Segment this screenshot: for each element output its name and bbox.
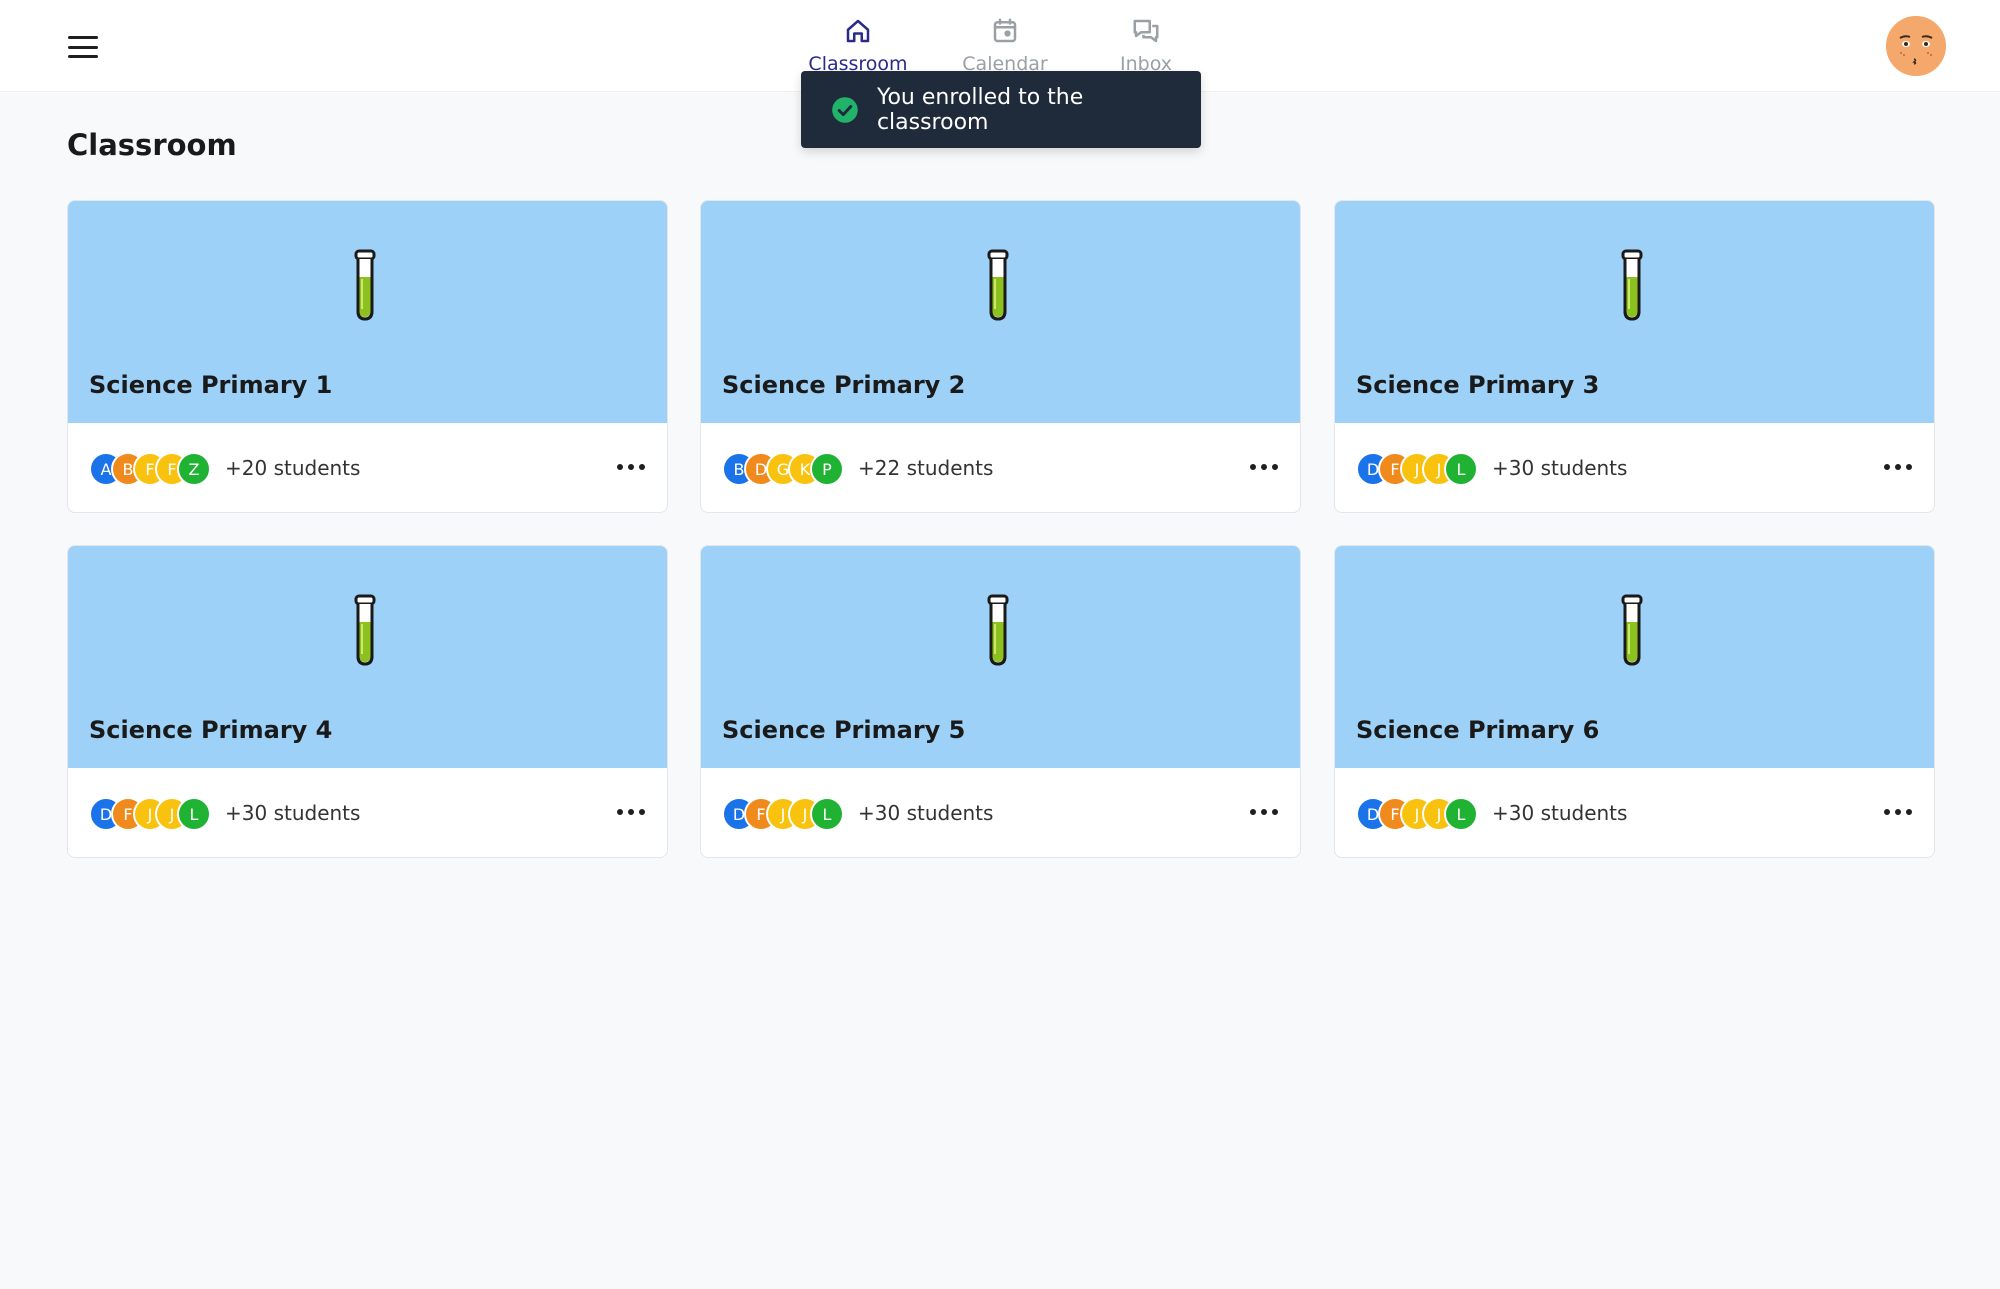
check-circle-icon [832,96,858,123]
card-title: Science Primary 4 [89,716,333,744]
student-count: +30 students [1492,456,1628,480]
card-title: Science Primary 2 [722,371,966,399]
more-options-icon[interactable] [1250,456,1278,478]
student-count: +20 students [225,456,361,480]
more-options-icon[interactable] [1250,801,1278,823]
student-avatar: Z [177,452,211,486]
test-tube-icon [354,249,376,321]
test-tube-icon [1621,594,1643,666]
more-options-icon[interactable] [1884,801,1912,823]
card-title: Science Primary 3 [1356,371,1600,399]
card-banner: Science Primary 6 [1335,546,1934,768]
classroom-card[interactable]: Science Primary 4 DFJJL +30 students [67,545,668,858]
toast-message: You enrolled to the classroom [876,84,1084,135]
face-icon [1886,16,1946,76]
classroom-card[interactable]: Science Primary 6 DFJJL +30 students [1334,545,1935,858]
student-count: +30 students [225,801,361,825]
student-count: +30 students [858,801,994,825]
card-banner: Science Primary 5 [701,546,1300,768]
card-footer: DFJJL +30 students [1335,423,1934,512]
chat-icon [1133,19,1159,43]
classroom-card[interactable]: Science Primary 1 ABFFZ +20 students [67,200,668,513]
card-footer: BDGKP +22 students [701,423,1300,512]
classroom-card[interactable]: Science Primary 3 DFJJL +30 students [1334,200,1935,513]
card-title: Science Primary 5 [722,716,966,744]
more-options-icon[interactable] [1884,456,1912,478]
more-options-icon[interactable] [617,801,645,823]
student-avatar: L [810,797,844,831]
toast-notification: You enrolled to the classroom [801,71,1201,148]
test-tube-icon [354,594,376,666]
card-footer: DFJJL +30 students [701,768,1300,857]
card-banner: Science Primary 3 [1335,201,1934,423]
student-count: +30 students [1492,801,1628,825]
more-options-icon[interactable] [617,456,645,478]
card-footer: DFJJL +30 students [68,768,667,857]
test-tube-icon [987,594,1009,666]
card-banner: Science Primary 4 [68,546,667,768]
student-avatar: L [1444,797,1478,831]
card-title: Science Primary 6 [1356,716,1600,744]
classroom-card[interactable]: Science Primary 2 BDGKP +22 students [700,200,1301,513]
student-avatar: L [177,797,211,831]
card-footer: ABFFZ +20 students [68,423,667,512]
page-title: Classroom [67,128,237,162]
calendar-icon [993,18,1017,43]
test-tube-icon [987,249,1009,321]
home-icon [846,19,870,43]
card-title: Science Primary 1 [89,371,333,399]
classroom-card[interactable]: Science Primary 5 DFJJL +30 students [700,545,1301,858]
user-avatar[interactable] [1886,16,1946,76]
card-banner: Science Primary 2 [701,201,1300,423]
card-footer: DFJJL +30 students [1335,768,1934,857]
student-avatar: L [1444,452,1478,486]
student-avatar: P [810,452,844,486]
card-banner: Science Primary 1 [68,201,667,423]
student-count: +22 students [858,456,994,480]
test-tube-icon [1621,249,1643,321]
